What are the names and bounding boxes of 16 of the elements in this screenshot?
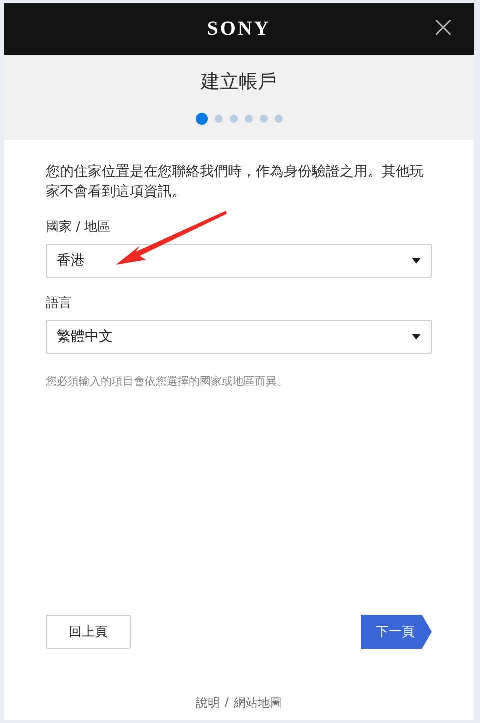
dropdown[interactable]: 繁體中文	[46, 320, 432, 354]
field-label: 國家 / 地區	[46, 219, 112, 236]
page-title: 建立帳戶	[201, 70, 277, 95]
back-button[interactable]: 回上頁	[46, 615, 131, 649]
field-label: 語言	[46, 295, 73, 312]
help-link[interactable]: 說明	[196, 695, 220, 712]
logo: SONY	[207, 18, 271, 40]
sitemap-link[interactable]: 網站地圖	[234, 695, 282, 712]
note-text: 您必須輸入的項目會依您選擇的國家或地區而異。	[46, 374, 289, 389]
caret-icon	[412, 258, 421, 264]
close-button[interactable]: ×	[426, 13, 460, 43]
intro-text: 您的住家位置是在您聯絡我們時，作為身份驗證之用。其他玩家不會看到這項資訊。	[46, 163, 425, 202]
separator: /	[224, 695, 230, 711]
dropdown[interactable]: 香港	[46, 244, 432, 278]
caret-icon	[412, 334, 421, 340]
next-button[interactable]: 下一頁	[361, 615, 432, 649]
